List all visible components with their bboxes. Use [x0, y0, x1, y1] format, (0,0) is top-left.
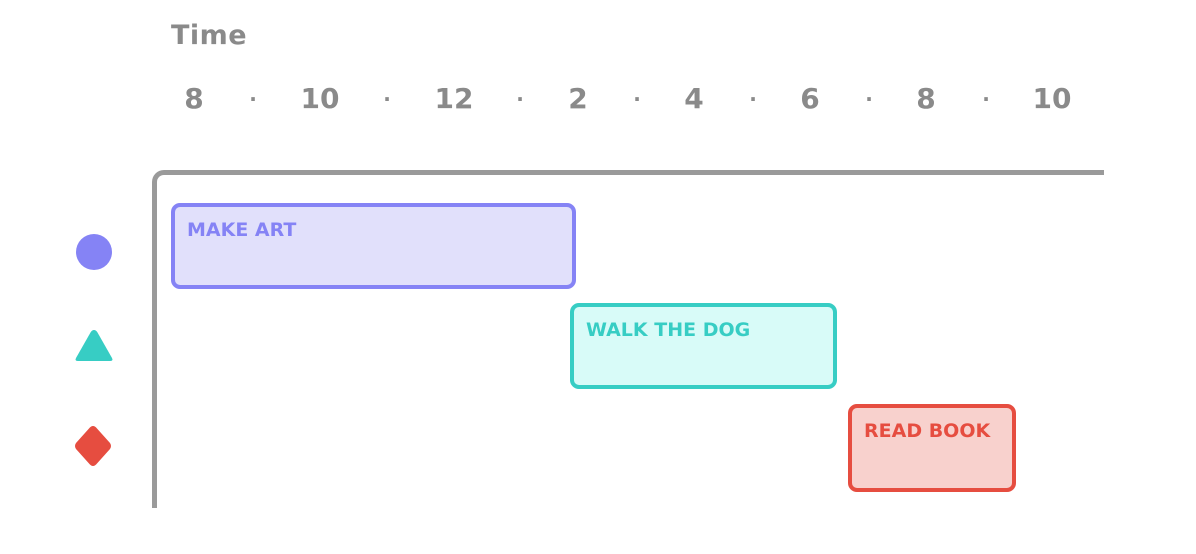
axis-title: Time [171, 20, 248, 51]
tick-label: 4 [684, 82, 704, 115]
time-axis-ticks: 8 · 10 · 12 · 2 · 4 · 6 · 8 · 10 [0, 82, 1196, 122]
tick-separator: · [633, 87, 641, 111]
tick-label: 2 [568, 82, 588, 115]
tick-label: 6 [800, 82, 820, 115]
tick-separator: · [383, 87, 391, 111]
tick-label: 12 [434, 82, 474, 115]
tick-separator: · [982, 87, 990, 111]
task-bar-make-art[interactable]: MAKE ART [171, 203, 576, 289]
task-label: READ BOOK [864, 420, 991, 442]
tick-separator: · [249, 87, 257, 111]
task-bar-walk-the-dog[interactable]: WALK THE DOG [570, 303, 837, 389]
tick-label: 10 [1032, 82, 1072, 115]
circle-icon [76, 234, 112, 270]
triangle-icon [75, 330, 113, 361]
task-label: MAKE ART [187, 219, 297, 241]
task-label: WALK THE DOG [586, 319, 751, 341]
tick-label: 8 [184, 82, 204, 115]
tick-separator: · [516, 87, 524, 111]
diamond-icon [75, 426, 111, 466]
tick-label: 8 [916, 82, 936, 115]
tick-label: 10 [300, 82, 340, 115]
task-bar-read-book[interactable]: READ BOOK [848, 404, 1016, 492]
tick-separator: · [865, 87, 873, 111]
tick-separator: · [749, 87, 757, 111]
